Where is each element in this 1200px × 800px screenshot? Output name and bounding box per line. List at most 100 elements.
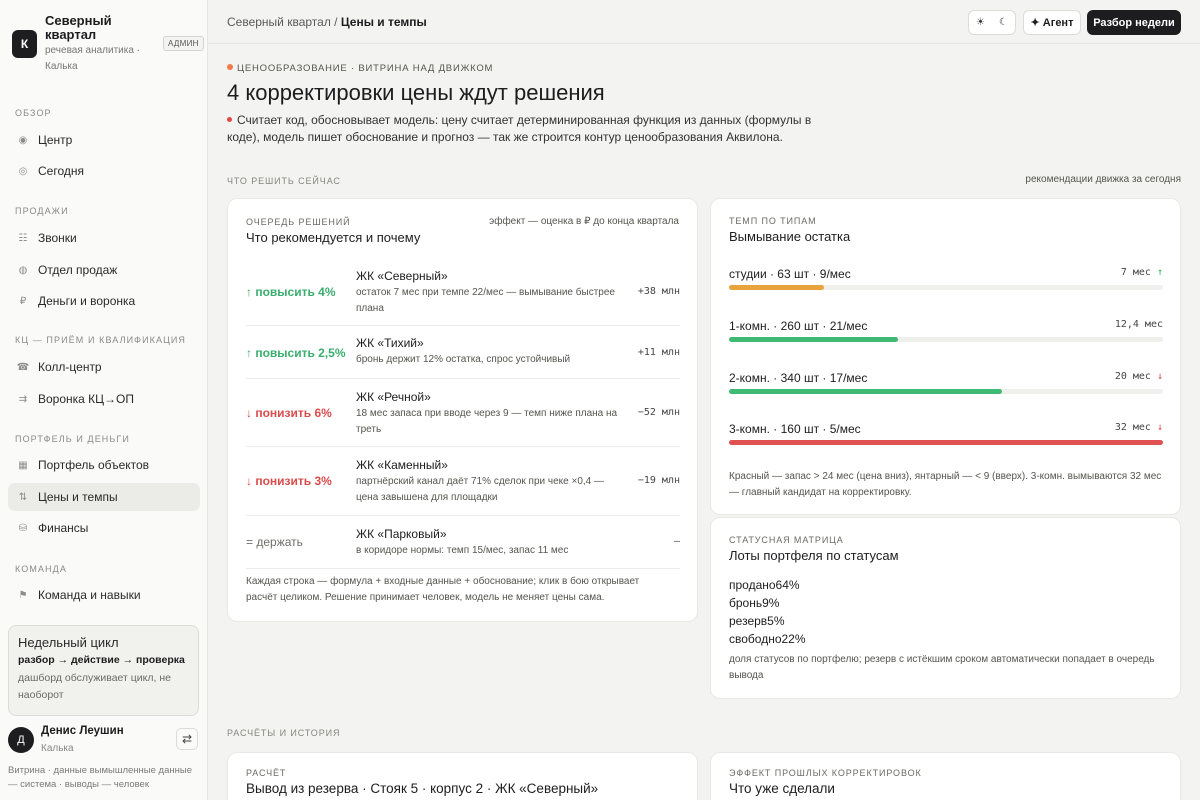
avatar[interactable]: Д <box>8 727 34 753</box>
nav-group-call-center: КЦ — ПРИЁМ И КВАЛИФИКАЦИЯ <box>15 335 187 345</box>
sidebar-item-team[interactable]: ⚑ Команда и навыки <box>8 581 200 609</box>
section-hint: рекомендации движка за сегодня <box>1025 174 1181 185</box>
card-kicker: ТЕМП ПО ТИПАМ <box>729 216 817 226</box>
recommendation-reason: остаток 7 мес при темпе 22/мес — вымыван… <box>356 287 615 314</box>
arrow-down-icon: ↓ <box>1156 371 1163 382</box>
washout-track <box>729 389 1163 394</box>
washout-header: ТЕМП ПО ТИПАМ Вымывание остатка <box>729 216 850 244</box>
breadcrumb-parent[interactable]: Северный квартал <box>227 15 331 29</box>
card-title: Что рекомендуется и почему <box>246 230 421 245</box>
sort-arrows-icon: ⇅ <box>18 491 28 503</box>
brand-subtitle: речевая аналитика · Калька <box>45 45 141 72</box>
brand[interactable]: К Северный квартал речевая аналитика · К… <box>12 13 204 74</box>
theme-toggle[interactable]: ☀ ☾ <box>968 10 1016 35</box>
sidebar-item-label: Команда и навыки <box>38 588 141 602</box>
sidebar-item-finance[interactable]: ⛁ Финансы <box>8 514 200 542</box>
status-line: свободно22% <box>729 632 806 646</box>
washout-bar <box>729 285 825 290</box>
object-name: ЖК «Парковый» <box>356 527 447 541</box>
section-label-decide: ЧТО РЕШИТЬ СЕЙЧАС <box>227 176 341 186</box>
radio-filled-icon: ◉ <box>18 134 28 146</box>
washout-months: 20 мес <box>1114 371 1151 382</box>
washout-label: 2-комн. · 340 шт · 17/мес <box>729 371 868 385</box>
status-dot-icon <box>227 64 233 70</box>
cycle-text: дашборд обслуживает цикл, не наоборот <box>18 672 171 701</box>
sidebar-item-label: Воронка КЦ→ОП <box>38 392 134 406</box>
washout-value: 20 мес ↓ <box>1115 371 1163 382</box>
recommendation-reason: в коридоре нормы: темп 15/мес, запас 11 … <box>356 545 569 556</box>
admin-badge: АДМИН <box>163 36 204 51</box>
section-label-history: РАСЧЁТЫ И ИСТОРИЯ <box>227 728 341 738</box>
sidebar-item-label: Центр <box>38 133 73 147</box>
user-name: Денис Леушин <box>41 725 124 737</box>
table-row[interactable]: ↓ понизить 6% ЖК «Речной» 18 мес запаса … <box>246 379 680 447</box>
weekly-cycle-card: Недельный цикл разбор → действие → прове… <box>8 625 199 716</box>
calculation-card[interactable]: РАСЧЁТ Вывод из резерва · Стояк 5 · корп… <box>227 752 698 800</box>
sidebar-item-prices[interactable]: ⇅ Цены и темпы <box>8 483 200 511</box>
sidebar-item-center[interactable]: ◉ Центр <box>8 126 200 154</box>
switch-user-button[interactable]: ⇄ <box>176 728 198 750</box>
washout-value: 7 мес ↑ <box>1121 267 1163 278</box>
sidebar-item-today[interactable]: ◎ Сегодня <box>8 157 200 185</box>
card-title: Лоты портфеля по статусам <box>729 548 899 563</box>
washout-row: 3-комн. · 160 шт · 5/мес 32 мес ↓ <box>729 422 1163 445</box>
user-role: Калька <box>41 743 74 754</box>
coins-icon: ⛁ <box>18 522 28 534</box>
sidebar-item-calls[interactable]: ☷ Звонки <box>8 224 200 252</box>
effect-value: – <box>673 536 680 547</box>
sidebar-item-label: Звонки <box>38 231 77 245</box>
swap-icon: ⇄ <box>181 732 193 746</box>
sidebar-item-sales-dept[interactable]: ◍ Отдел продаж <box>8 256 200 284</box>
card-title: Вывод из резерва · Стояк 5 · корпус 2 · … <box>246 781 599 796</box>
washout-track <box>729 337 1163 342</box>
sidebar-item-label: Сегодня <box>38 164 84 178</box>
sidebar-item-call-center[interactable]: ☎ Колл-центр <box>8 353 200 381</box>
week-review-button[interactable]: Разбор недели <box>1087 10 1181 35</box>
past-effect-card[interactable]: ЭФФЕКТ ПРОШЛЫХ КОРРЕКТИРОВОК Что уже сде… <box>710 752 1181 800</box>
agent-button[interactable]: ✦ Агент <box>1023 10 1081 35</box>
matrix-list: продано64% бронь9% резерв5% свободно22% <box>729 576 806 648</box>
table-row[interactable]: = держать ЖК «Парковый» в коридоре нормы… <box>246 516 680 569</box>
breadcrumb-separator: / <box>334 15 338 29</box>
alert-dot-icon <box>227 117 232 122</box>
sidebar-item-money-funnel[interactable]: ₽ Деньги и воронка <box>8 287 200 315</box>
cycle-flow: разбор → действие → проверка <box>18 654 185 666</box>
moon-icon[interactable]: ☾ <box>999 17 1008 28</box>
recommendation-reason: бронь держит 12% остатка, спрос устойчив… <box>356 354 571 365</box>
sidebar-item-label: Портфель объектов <box>38 458 150 472</box>
washout-row: 2-комн. · 340 шт · 17/мес 20 мес ↓ <box>729 371 1163 394</box>
table-row[interactable]: ↑ повысить 2,5% ЖК «Тихий» бронь держит … <box>246 326 680 379</box>
status-line: продано64% <box>729 578 800 592</box>
recommendation-action: ↓ понизить 3% <box>246 474 332 488</box>
card-title: Вымывание остатка <box>729 229 851 244</box>
effect-value: +11 млн <box>637 347 680 358</box>
past-header: ЭФФЕКТ ПРОШЛЫХ КОРРЕКТИРОВОК Что уже сде… <box>729 768 922 796</box>
page-description: Считает код, обосновывает модель: цену с… <box>227 112 827 146</box>
table-row[interactable]: ↓ понизить 3% ЖК «Каменный» партнёрский … <box>246 447 680 516</box>
nav-group-portfolio: ПОРТФЕЛЬ И ДЕНЬГИ <box>15 434 130 444</box>
card-kicker: СТАТУСНАЯ МАТРИЦА <box>729 535 844 545</box>
sun-icon[interactable]: ☀ <box>976 17 985 28</box>
sidebar-item-label: Деньги и воронка <box>38 294 136 308</box>
topbar: Северный квартал / Цены и темпы ☀ ☾ ✦ Аг… <box>208 0 1200 44</box>
sidebar-item-portfolio[interactable]: ▦ Портфель объектов <box>8 451 200 479</box>
queue-header: ОЧЕРЕДЬ РЕШЕНИЙ Что рекомендуется и поче… <box>246 217 420 245</box>
washout-bar <box>729 337 899 342</box>
nav-group-sales: ПРОДАЖИ <box>15 206 69 216</box>
recommendation-reason: партнёрский канал даёт 71% сделок при че… <box>356 476 605 503</box>
recommendation-action: ↓ понизить 6% <box>246 406 332 420</box>
dept-icon: ◍ <box>18 264 28 276</box>
table-row[interactable]: ↑ повысить 4% ЖК «Северный» остаток 7 ме… <box>246 259 680 326</box>
phone-icon: ☎ <box>16 361 30 373</box>
calc-header: РАСЧЁТ Вывод из резерва · Стояк 5 · корп… <box>246 768 598 796</box>
sidebar-item-cc-funnel[interactable]: ⇉ Воронка КЦ→ОП <box>8 385 200 413</box>
washout-track <box>729 440 1163 445</box>
recommendation-action: ↑ повысить 4% <box>246 285 336 299</box>
washout-months: 12,4 мес <box>1114 319 1163 330</box>
breadcrumb-current: Цены и темпы <box>340 15 427 29</box>
status-line: бронь9% <box>729 596 780 610</box>
sidebar-item-label: Колл-центр <box>38 360 102 374</box>
brand-title: Северный квартал <box>45 13 112 42</box>
radio-icon: ◎ <box>18 165 28 177</box>
decision-queue-card: ОЧЕРЕДЬ РЕШЕНИЙ Что рекомендуется и поче… <box>227 198 698 622</box>
